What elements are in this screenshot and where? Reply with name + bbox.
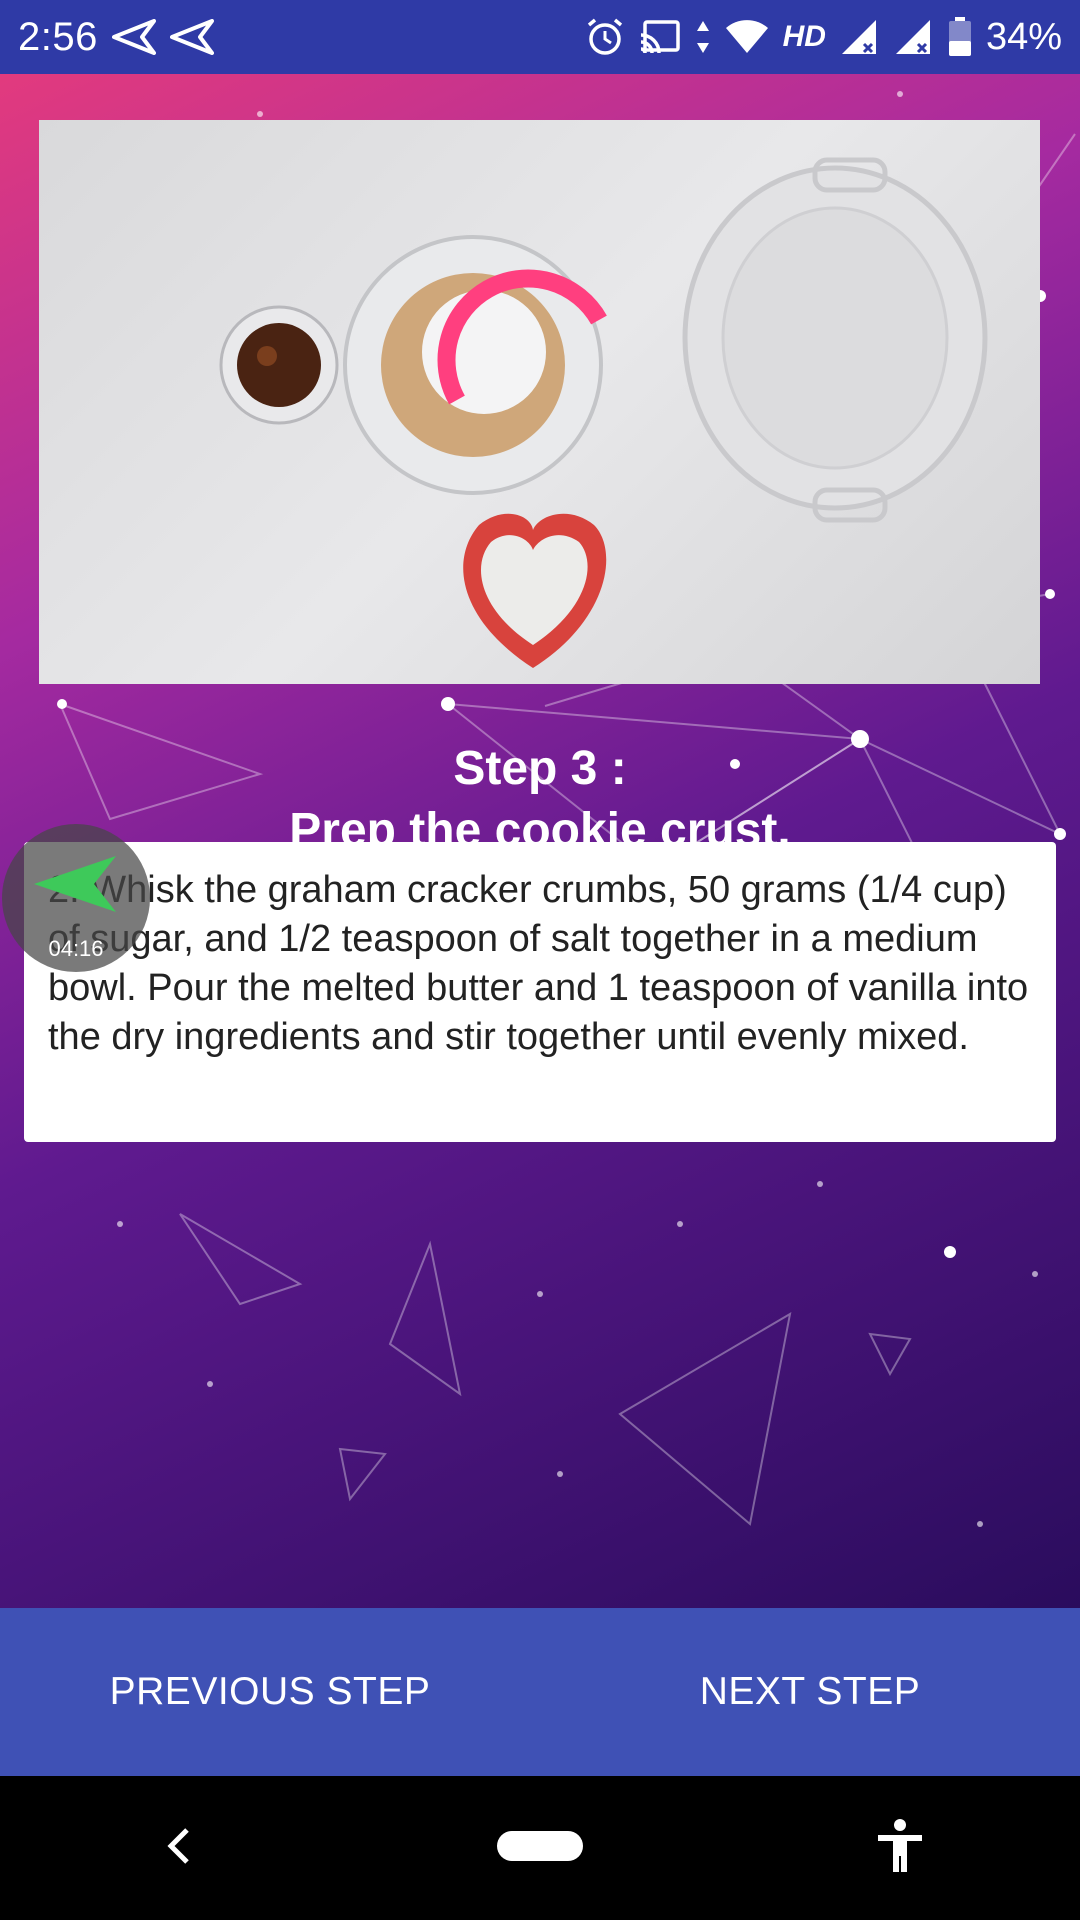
- system-nav-bar: [0, 1776, 1080, 1920]
- alarm-icon: [585, 17, 625, 57]
- step-description: 2. Whisk the graham cracker crumbs, 50 g…: [48, 869, 1029, 1058]
- status-bar: 2:56 HD 34%: [0, 0, 1080, 74]
- previous-step-button[interactable]: PREVIOUS STEP: [0, 1608, 540, 1776]
- send-icon: [111, 19, 156, 55]
- step-title: Step 3 :: [453, 742, 627, 795]
- accessibility-icon: [875, 1818, 925, 1879]
- send-icon: [32, 854, 118, 919]
- battery-percent: 34%: [985, 15, 1062, 58]
- data-arrows-icon: [695, 19, 711, 55]
- accessibility-button[interactable]: [840, 1788, 960, 1908]
- step-navigation-bar: PREVIOUS STEP NEXT STEP: [0, 1608, 1080, 1776]
- next-step-button[interactable]: NEXT STEP: [540, 1608, 1080, 1776]
- step-screen: Step 3 : Prep the cookie crust.: [0, 74, 1080, 1608]
- home-icon: [495, 1829, 585, 1868]
- status-left: 2:56: [18, 15, 214, 60]
- signal-icon: [894, 18, 934, 56]
- send-icon: [169, 19, 214, 55]
- back-icon: [165, 1826, 195, 1871]
- battery-icon: [948, 17, 972, 57]
- signal-icon: [840, 18, 880, 56]
- cast-icon: [639, 19, 681, 55]
- floating-timer-time: 04:16: [48, 936, 104, 961]
- back-button[interactable]: [120, 1788, 240, 1908]
- floating-timer-bubble[interactable]: 04:16: [2, 824, 150, 972]
- wifi-icon: [725, 19, 769, 55]
- recipe-video[interactable]: [39, 120, 1040, 684]
- hd-label: HD: [782, 20, 826, 53]
- video-frame: [219, 157, 988, 668]
- home-button[interactable]: [480, 1788, 600, 1908]
- status-time: 2:56: [18, 14, 98, 59]
- status-right: HD 34%: [585, 16, 1062, 59]
- step-description-card: 2. Whisk the graham cracker crumbs, 50 g…: [24, 842, 1056, 1142]
